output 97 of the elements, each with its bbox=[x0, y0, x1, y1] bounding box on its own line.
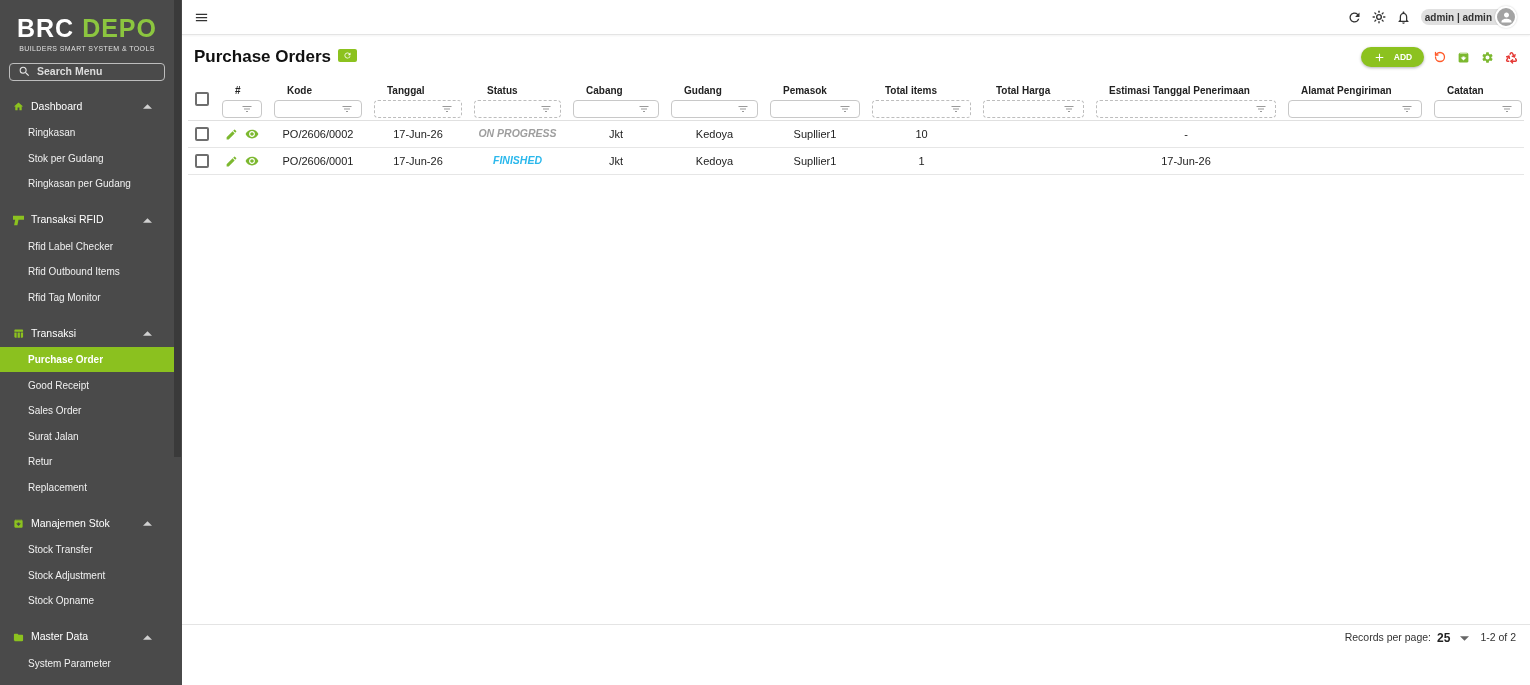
caret-down-icon bbox=[1460, 635, 1470, 641]
filter-field[interactable] bbox=[573, 100, 659, 118]
table-cell-text: - bbox=[1184, 126, 1188, 142]
scrollbar-thumb[interactable] bbox=[174, 0, 181, 457]
scanner-gun-icon bbox=[13, 214, 24, 226]
column-header[interactable]: Gudang bbox=[671, 84, 722, 97]
filter-icon bbox=[839, 103, 851, 115]
filter-icon bbox=[737, 103, 749, 115]
column-header[interactable]: Pemasok bbox=[770, 84, 827, 97]
avatar-icon bbox=[1495, 6, 1517, 28]
table-cell-text: Jkt bbox=[608, 126, 624, 142]
filter-icon bbox=[1255, 103, 1267, 115]
folder-icon bbox=[13, 631, 24, 643]
edit-icon[interactable] bbox=[225, 154, 238, 168]
table-cell-text: 17-Jun-26 bbox=[393, 126, 443, 142]
column-header[interactable]: Estimasi Tanggal Penerimaan bbox=[1096, 84, 1250, 97]
filter-field[interactable] bbox=[1288, 100, 1422, 118]
refresh-icon bbox=[343, 50, 352, 60]
user-menu[interactable]: admin | admin bbox=[1420, 9, 1517, 25]
sidebar-group[interactable]: Transaksi RFID bbox=[0, 207, 174, 234]
column-header[interactable]: Alamat Pengiriman bbox=[1288, 84, 1392, 97]
per-page-select[interactable]: 25 bbox=[1437, 629, 1470, 647]
sidebar-item[interactable]: Good Receipt bbox=[0, 372, 174, 398]
table-cell-text: 17-Jun-26 bbox=[393, 153, 443, 169]
table-cell-text: 1 bbox=[918, 153, 925, 169]
filter-icon bbox=[441, 103, 453, 115]
eye-icon[interactable] bbox=[245, 154, 259, 168]
filter-icon bbox=[241, 103, 253, 115]
table-cell-text: Supllier1 bbox=[793, 126, 837, 142]
column-header[interactable]: Total items bbox=[872, 84, 938, 97]
table-cell-text: 10 bbox=[915, 126, 928, 142]
eye-icon[interactable] bbox=[245, 127, 259, 141]
settings-icon[interactable] bbox=[1481, 50, 1494, 64]
edit-icon[interactable] bbox=[225, 127, 238, 141]
column-header[interactable]: Status bbox=[474, 84, 518, 97]
sidebar-group[interactable]: Master Data bbox=[0, 624, 174, 651]
filter-field[interactable] bbox=[1434, 100, 1522, 118]
filter-icon bbox=[950, 103, 962, 115]
column-header[interactable]: # bbox=[222, 84, 241, 97]
filter-field[interactable] bbox=[222, 100, 262, 118]
sidebar-item[interactable]: System Parameter bbox=[0, 650, 174, 676]
filter-field[interactable] bbox=[770, 100, 860, 118]
page-title: Purchase Orders bbox=[194, 46, 331, 69]
refresh-button[interactable] bbox=[338, 48, 357, 62]
rotate-arrow-icon[interactable] bbox=[1434, 51, 1446, 63]
checkbox[interactable] bbox=[195, 92, 209, 106]
sidebar-item[interactable]: Ringkasan bbox=[0, 119, 174, 146]
column-header[interactable]: Catatan bbox=[1434, 84, 1484, 97]
archive-icon[interactable] bbox=[1457, 50, 1470, 64]
records-per-page-label: Records per page: bbox=[1344, 630, 1432, 646]
column-header[interactable]: Kode bbox=[274, 84, 312, 97]
checkbox[interactable] bbox=[195, 154, 209, 168]
sidebar-item[interactable]: Rfid Outbound Items bbox=[0, 258, 174, 285]
filter-icon bbox=[1501, 103, 1513, 115]
sidebar-item[interactable]: Stock Adjustment bbox=[0, 562, 174, 588]
column-header[interactable]: Total Harga bbox=[983, 84, 1051, 97]
status-label: FINISHED bbox=[493, 153, 542, 169]
sidebar-item[interactable]: Stock Transfer bbox=[0, 536, 174, 563]
search-field[interactable]: Search Menu bbox=[9, 63, 165, 81]
filter-icon bbox=[341, 103, 353, 115]
status-label: ON PROGRESS bbox=[478, 126, 557, 142]
filter-field[interactable] bbox=[274, 100, 362, 118]
table-cell-text: PO/2606/0001 bbox=[282, 153, 354, 169]
sidebar-item[interactable]: Rfid Tag Monitor bbox=[0, 284, 174, 310]
recycle-icon[interactable] bbox=[1505, 50, 1518, 64]
home-icon bbox=[13, 101, 24, 113]
sidebar-item[interactable]: Stok per Gudang bbox=[0, 145, 174, 171]
table-cell-text: PO/2606/0002 bbox=[282, 126, 354, 142]
sun-icon[interactable] bbox=[1371, 10, 1386, 24]
column-header[interactable]: Tanggal bbox=[374, 84, 425, 97]
sidebar-item[interactable]: Surat Jalan bbox=[0, 423, 174, 449]
filter-icon bbox=[638, 103, 650, 115]
sidebar-item[interactable]: Ringkasan per Gudang bbox=[0, 170, 174, 197]
filter-field[interactable] bbox=[671, 100, 758, 118]
search-icon bbox=[18, 65, 31, 79]
table-cell-text: Jkt bbox=[608, 153, 624, 169]
table-cell-text: Supllier1 bbox=[793, 153, 837, 169]
table-icon bbox=[13, 328, 24, 340]
sidebar-item[interactable]: Sales Order bbox=[0, 397, 174, 424]
sidebar-item[interactable]: Rfid Label Checker bbox=[0, 233, 174, 259]
checkbox[interactable] bbox=[195, 127, 209, 141]
filter-icon bbox=[1063, 103, 1075, 115]
column-header[interactable]: Cabang bbox=[573, 84, 623, 97]
sidebar-item[interactable]: Replacement bbox=[0, 474, 174, 500]
sidebar-group[interactable]: Transaksi bbox=[0, 320, 174, 347]
sidebar-item[interactable]: Stock Opname bbox=[0, 587, 174, 614]
page-range: 1-2 of 2 bbox=[1480, 630, 1516, 646]
sidebar-group[interactable]: Manajemen Stok bbox=[0, 510, 174, 537]
filter-icon bbox=[1401, 103, 1413, 115]
table-cell-text: Kedoya bbox=[695, 153, 734, 169]
sidebar-group[interactable]: Dashboard bbox=[0, 93, 174, 120]
filter-icon bbox=[540, 103, 552, 115]
table-cell-text: 17-Jun-26 bbox=[1161, 153, 1211, 169]
table-cell-text: Kedoya bbox=[695, 126, 734, 142]
archive-icon bbox=[13, 518, 24, 530]
sidebar-item[interactable]: Retur bbox=[0, 448, 174, 475]
logo-wordmark: BRC DEPO bbox=[17, 15, 157, 42]
